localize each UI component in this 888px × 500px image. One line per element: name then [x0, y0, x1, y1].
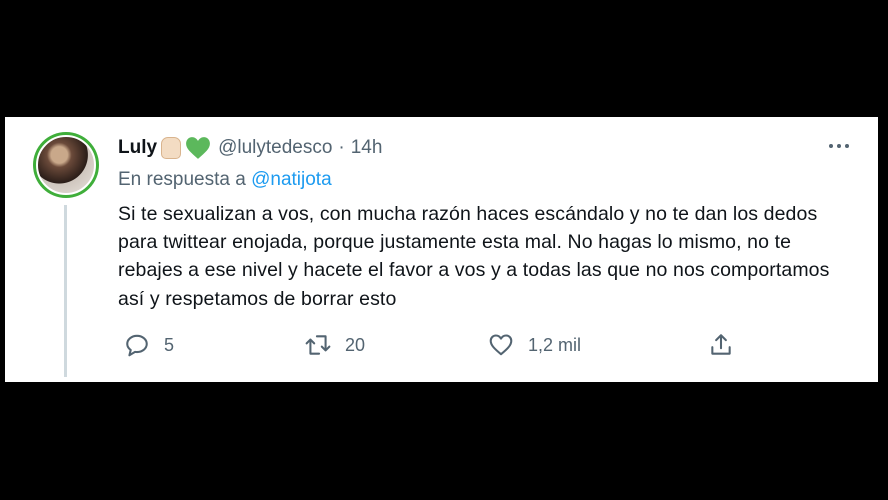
retweet-icon — [305, 335, 331, 355]
tweet-time[interactable]: 14h — [351, 137, 383, 159]
reply-mention-link[interactable]: @natijota — [251, 169, 332, 190]
retweet-button[interactable]: 20 — [305, 330, 365, 360]
reply-icon — [126, 334, 148, 357]
share-button[interactable] — [708, 330, 734, 360]
share-icon — [711, 334, 731, 355]
thread-line — [64, 205, 67, 377]
reply-context: En respuesta a @natijota — [118, 169, 332, 191]
tweet-text: Si te sexualizan a vos, con mucha razón … — [118, 203, 830, 310]
like-count: 1,2 mil — [528, 334, 582, 355]
green-heart-icon — [186, 137, 210, 159]
display-name[interactable]: Luly — [118, 137, 157, 159]
user-handle[interactable]: @lulytedesco — [218, 137, 332, 159]
tweet-card[interactable]: Luly @lulytedesco · 14h En respuesta a @… — [5, 117, 878, 382]
tweet-actions: 5 20 1,2 mil — [118, 330, 858, 360]
avatar[interactable] — [33, 132, 99, 198]
like-button[interactable]: 1,2 mil — [488, 330, 581, 360]
reply-button[interactable]: 5 — [124, 330, 174, 360]
heart-icon — [489, 334, 513, 356]
reply-count: 5 — [164, 334, 175, 355]
retweet-count: 20 — [345, 334, 366, 355]
raised-fist-icon — [161, 137, 182, 159]
name-emoji — [159, 136, 211, 160]
avatar-photo — [36, 135, 96, 195]
tweet-header: Luly @lulytedesco · 14h — [118, 135, 382, 161]
reply-prefix: En respuesta a — [118, 169, 246, 190]
more-options-icon[interactable] — [826, 139, 852, 153]
header-separator: · — [338, 137, 345, 158]
